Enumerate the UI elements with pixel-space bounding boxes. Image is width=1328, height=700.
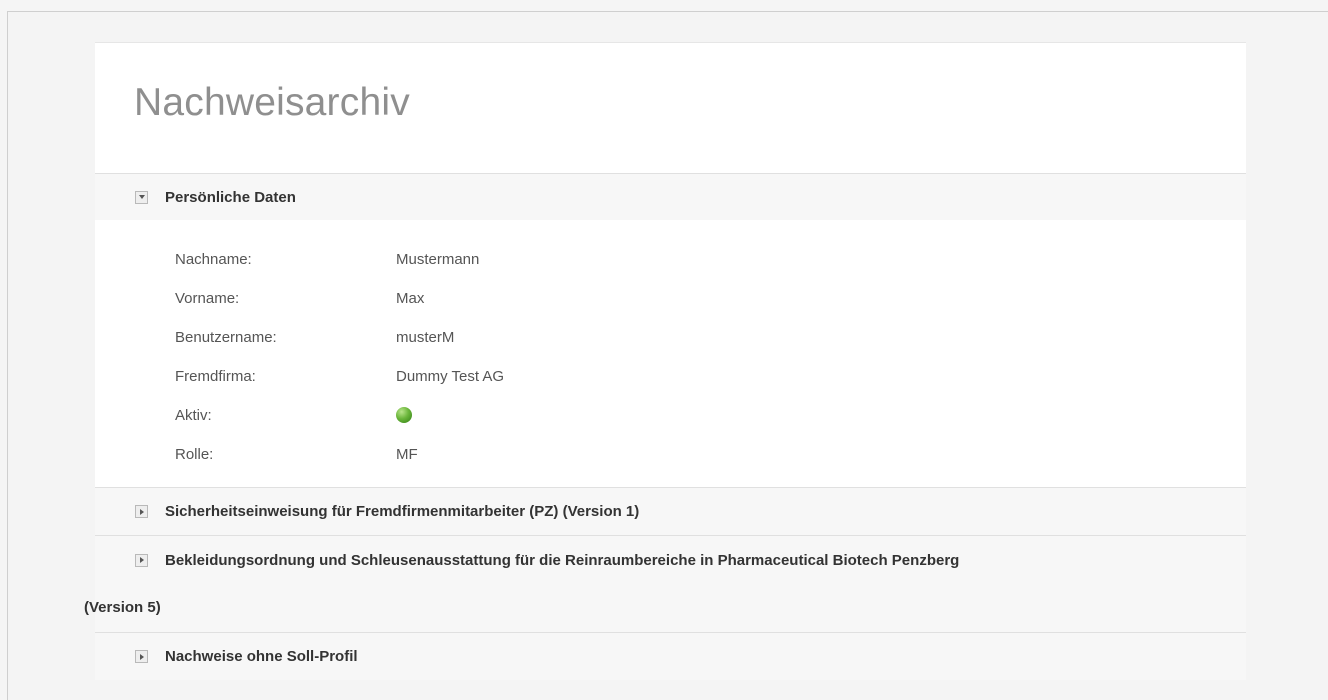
- field-value: Dummy Test AG: [396, 368, 505, 385]
- field-label: Nachname:: [175, 251, 252, 268]
- expand-icon[interactable]: [135, 505, 148, 518]
- field-value: Mustermann: [396, 251, 480, 268]
- archive-panel: Nachweisarchiv Persönliche Daten Nachnam…: [84, 42, 1246, 680]
- section-label-wrap: (Version 5): [84, 584, 1246, 632]
- page-frame: Nachweisarchiv Persönliche Daten Nachnam…: [7, 11, 1328, 700]
- field-label: Benutzername:: [175, 329, 277, 346]
- section-label: Bekleidungsordnung und Schleusenausstatt…: [165, 551, 960, 569]
- field-row-rolle: Rolle: MF: [95, 435, 1246, 474]
- field-value: MF: [396, 446, 418, 463]
- active-status: [396, 405, 412, 427]
- section-header[interactable]: Nachweise ohne Soll-Profil: [95, 633, 1246, 680]
- section-label: Sicherheitseinweisung für Fremdfirmenmit…: [165, 503, 640, 520]
- field-label: Vorname:: [175, 290, 240, 307]
- personal-data-details: Nachname: Mustermann Vorname: Max Benutz…: [95, 220, 1246, 488]
- page-title: Nachweisarchiv: [95, 43, 1246, 174]
- section-header[interactable]: Sicherheitseinweisung für Fremdfirmenmit…: [95, 488, 1246, 535]
- section-label: Nachweise ohne Soll-Profil: [165, 648, 358, 665]
- section-label: Persönliche Daten: [165, 188, 296, 206]
- collapse-icon[interactable]: [135, 190, 148, 204]
- field-row-aktiv: Aktiv:: [95, 396, 1246, 435]
- field-row-benutzername: Benutzername: musterM: [95, 318, 1246, 357]
- field-row-nachname: Nachname: Mustermann: [95, 240, 1246, 279]
- field-label: Rolle:: [175, 446, 214, 463]
- section-safety-instruction[interactable]: Sicherheitseinweisung für Fremdfirmenmit…: [95, 488, 1246, 536]
- status-dot-icon: [396, 406, 412, 423]
- section-header[interactable]: Bekleidungsordnung und Schleusenausstatt…: [95, 536, 1246, 584]
- field-value: musterM: [396, 329, 455, 346]
- field-row-fremdfirma: Fremdfirma: Dummy Test AG: [95, 357, 1246, 396]
- field-label: Aktiv:: [175, 407, 212, 424]
- expand-icon[interactable]: [135, 553, 148, 567]
- field-label: Fremdfirma:: [175, 368, 256, 385]
- field-value: Max: [396, 290, 425, 307]
- section-label-continued: (Version 5): [84, 599, 161, 616]
- field-row-vorname: Vorname: Max: [95, 279, 1246, 318]
- section-clothing-regulations[interactable]: Bekleidungsordnung und Schleusenausstatt…: [84, 536, 1246, 633]
- section-header-personal-data[interactable]: Persönliche Daten: [95, 174, 1246, 220]
- expand-icon[interactable]: [135, 650, 148, 663]
- section-no-target-profile[interactable]: Nachweise ohne Soll-Profil: [95, 633, 1246, 680]
